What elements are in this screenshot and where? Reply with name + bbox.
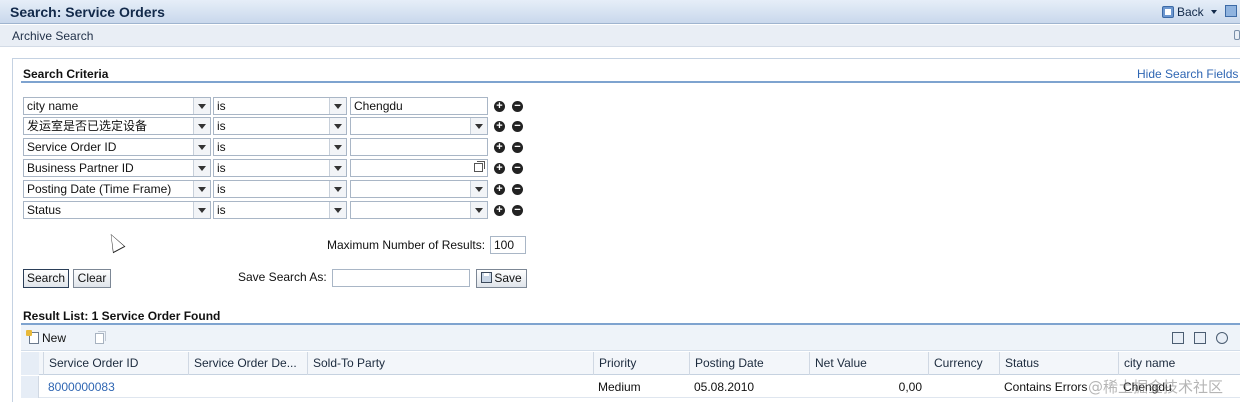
criteria-field-select[interactable]: city name: [23, 97, 211, 115]
search-panel: Search Criteria Hide Search Fields city …: [12, 58, 1240, 402]
criteria-field-select[interactable]: Status: [23, 201, 211, 219]
column-header[interactable]: Service Order ID: [43, 352, 188, 375]
criteria-operator-select[interactable]: is: [213, 159, 347, 177]
criteria-value-input[interactable]: [350, 159, 488, 177]
criteria-operator-select[interactable]: is: [213, 138, 347, 156]
chevron-down-icon: [475, 124, 483, 129]
watermark: @稀土掘金技术社区: [1088, 378, 1224, 396]
net-value-cell: 0,00: [898, 380, 922, 394]
add-icon[interactable]: +: [494, 205, 505, 216]
currency-cell: [928, 376, 999, 398]
save-button[interactable]: Save: [476, 269, 527, 288]
chevron-down-icon: [334, 104, 342, 109]
select-all-cell[interactable]: [21, 352, 39, 375]
sold-to-cell: [307, 376, 593, 398]
pin-icon[interactable]: [1234, 30, 1240, 40]
chevron-down-icon: [334, 208, 342, 213]
description-cell: [188, 376, 307, 398]
chevron-down-icon: [334, 145, 342, 150]
sub-header: Archive Search: [0, 25, 1240, 47]
service-order-id-link[interactable]: 8000000083: [43, 376, 188, 398]
remove-icon[interactable]: −: [512, 163, 523, 174]
new-button[interactable]: New: [26, 330, 67, 345]
criteria-value-input[interactable]: Chengdu: [350, 97, 488, 115]
result-list-title: Result List: 1 Service Order Found: [23, 309, 221, 323]
max-results-label: Maximum Number of Results:: [327, 238, 486, 252]
chevron-down-icon: [198, 124, 206, 129]
back-label: Back: [1177, 5, 1204, 19]
priority-cell: Medium: [598, 380, 641, 394]
save-search-label: Save Search As:: [238, 270, 327, 284]
column-header[interactable]: Posting Date: [689, 352, 809, 375]
chevron-down-icon: [334, 187, 342, 192]
page-title: Search: Service Orders: [10, 4, 165, 20]
search-criteria-title: Search Criteria: [23, 67, 109, 81]
export-icon[interactable]: [1172, 332, 1184, 344]
criteria-operator-select[interactable]: is: [213, 117, 347, 135]
criteria-value-select[interactable]: [350, 180, 488, 198]
add-icon[interactable]: +: [494, 163, 505, 174]
remove-icon[interactable]: −: [512, 142, 523, 153]
criteria-field-select[interactable]: Posting Date (Time Frame): [23, 180, 211, 198]
save-icon: [481, 272, 493, 283]
criteria-divider: [21, 81, 1240, 83]
value-help-icon[interactable]: [474, 161, 485, 172]
add-icon[interactable]: +: [494, 142, 505, 153]
results-table-header: Service Order ID Service Order De... Sol…: [21, 352, 1240, 375]
column-header[interactable]: Status: [999, 352, 1118, 375]
column-header[interactable]: Net Value: [809, 352, 928, 375]
column-header[interactable]: Priority: [593, 352, 689, 375]
criteria-value-input[interactable]: [350, 138, 488, 156]
chevron-down-icon: [334, 124, 342, 129]
row-selector[interactable]: [21, 376, 39, 398]
chevron-down-icon: [475, 187, 483, 192]
criteria-field-select[interactable]: 发运室是否已选定设备: [23, 117, 211, 135]
add-icon[interactable]: +: [494, 121, 505, 132]
chevron-down-icon: [475, 208, 483, 213]
result-toolbar: New: [21, 325, 1240, 351]
back-button[interactable]: Back: [1162, 5, 1217, 19]
chevron-down-icon: [334, 166, 342, 171]
chevron-down-icon: [198, 208, 206, 213]
max-results-input[interactable]: 100: [490, 236, 526, 254]
column-header[interactable]: Currency: [928, 352, 999, 375]
criteria-value-select[interactable]: [350, 117, 488, 135]
remove-icon[interactable]: −: [512, 121, 523, 132]
search-button[interactable]: Search: [23, 269, 69, 288]
remove-icon[interactable]: −: [512, 184, 523, 195]
chevron-down-icon[interactable]: [1210, 10, 1217, 14]
remove-icon[interactable]: −: [512, 205, 523, 216]
hide-search-fields-link[interactable]: Hide Search Fields: [1137, 67, 1238, 81]
column-header[interactable]: city name: [1118, 352, 1240, 375]
archive-search-label: Archive Search: [12, 29, 94, 43]
criteria-operator-select[interactable]: is: [213, 97, 347, 115]
remove-icon[interactable]: −: [512, 101, 523, 112]
print-icon[interactable]: [1194, 332, 1206, 344]
title-bar: Search: Service Orders Back: [0, 0, 1240, 24]
criteria-field-select[interactable]: Service Order ID: [23, 138, 211, 156]
add-icon[interactable]: +: [494, 101, 505, 112]
settings-icon[interactable]: [1216, 332, 1228, 344]
save-search-input[interactable]: [332, 269, 470, 287]
column-header[interactable]: Service Order De...: [188, 352, 307, 375]
chevron-down-icon: [198, 145, 206, 150]
chevron-down-icon: [198, 166, 206, 171]
criteria-operator-select[interactable]: is: [213, 180, 347, 198]
posting-date-cell: 05.08.2010: [694, 380, 755, 394]
new-icon: [26, 330, 39, 344]
criteria-operator-select[interactable]: is: [213, 201, 347, 219]
back-icon: [1162, 6, 1174, 18]
clear-button[interactable]: Clear: [73, 269, 111, 288]
chevron-down-icon: [198, 104, 206, 109]
criteria-field-select[interactable]: Business Partner ID: [23, 159, 211, 177]
criteria-value-select[interactable]: [350, 201, 488, 219]
new-label: New: [42, 331, 67, 345]
copy-icon[interactable]: [95, 331, 106, 344]
chevron-down-icon: [198, 187, 206, 192]
column-header[interactable]: Sold-To Party: [307, 352, 593, 375]
add-icon[interactable]: +: [494, 184, 505, 195]
maximize-icon[interactable]: [1225, 5, 1237, 17]
table-row[interactable]: 8000000083 Medium 05.08.2010 0,00 Contai…: [21, 376, 1240, 398]
